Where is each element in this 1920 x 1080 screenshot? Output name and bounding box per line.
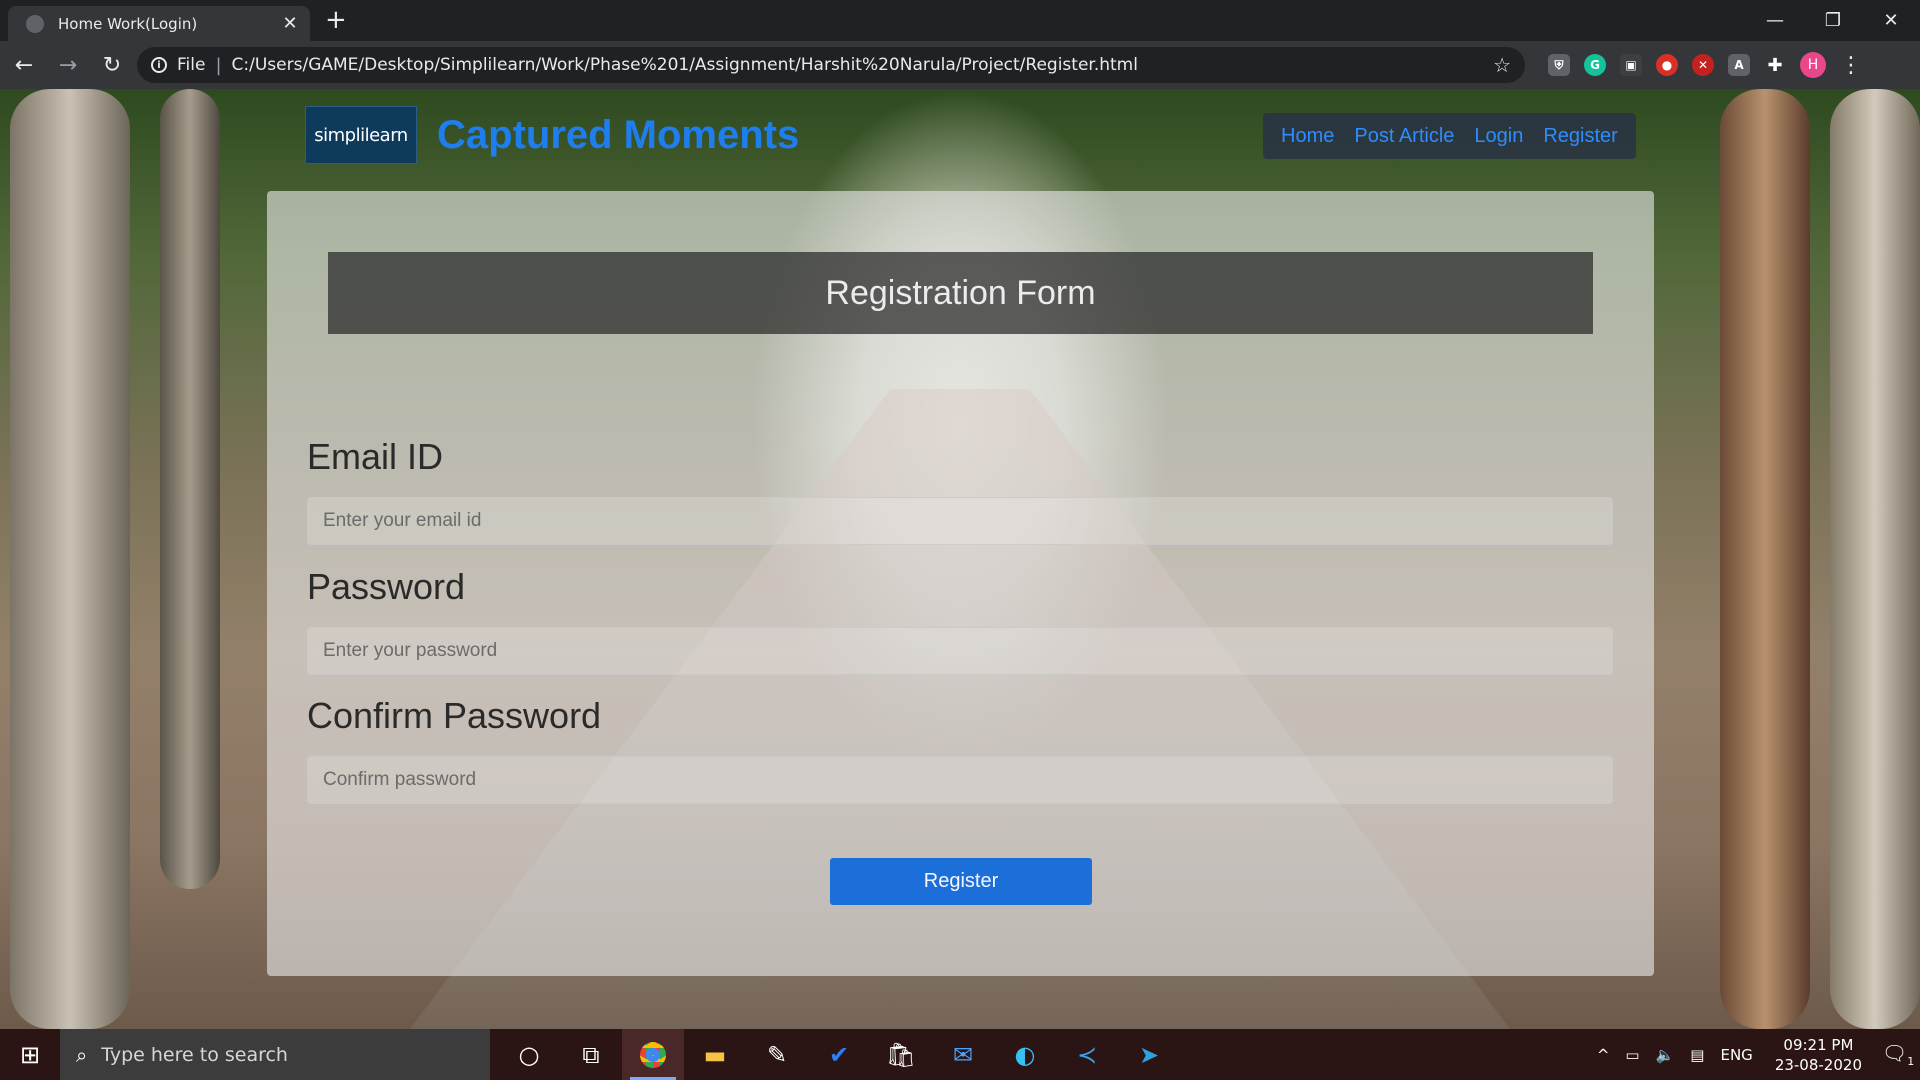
sticky-notes-icon[interactable]: ✎ [746, 1029, 808, 1080]
todo-icon[interactable]: ✔ [808, 1029, 870, 1080]
profile-avatar[interactable]: H [1800, 52, 1826, 78]
close-window-button[interactable]: ✕ [1862, 0, 1920, 41]
cube-extension-icon[interactable]: ▣ [1620, 54, 1642, 76]
url-scheme: File [177, 55, 206, 75]
block-extension-icon[interactable]: ✕ [1692, 54, 1714, 76]
confirm-password-label: Confirm Password [307, 695, 602, 736]
email-field[interactable] [307, 497, 1613, 545]
cortana-icon[interactable]: ○ [498, 1029, 560, 1080]
telegram-icon[interactable]: ➤ [1118, 1029, 1180, 1080]
grammarly-extension-icon[interactable]: G [1584, 54, 1606, 76]
mail-icon[interactable]: ✉ [932, 1029, 994, 1080]
clock-date: 23-08-2020 [1774, 1055, 1862, 1074]
search-icon: ⌕ [76, 1042, 88, 1067]
nav-register-link[interactable]: Register [1533, 125, 1627, 148]
new-tab-button[interactable]: + [325, 4, 347, 36]
volume-icon[interactable]: 🔈 [1656, 1046, 1675, 1064]
confirm-password-field[interactable] [307, 756, 1613, 804]
restore-button[interactable]: ❐ [1804, 0, 1862, 41]
kebab-menu-icon[interactable]: ⋮ [1840, 53, 1862, 78]
form-heading: Registration Form [328, 252, 1593, 334]
reload-icon[interactable]: ↻ [92, 45, 132, 85]
nav-post-article-link[interactable]: Post Article [1344, 125, 1464, 148]
language-indicator[interactable]: ENG [1720, 1046, 1752, 1064]
taskbar-apps: ○ ⧉ ▬ ✎ ✔ 🛍 ✉ ◐ ≺ ➤ [498, 1029, 1180, 1080]
edge-icon[interactable]: ◐ [994, 1029, 1056, 1080]
background-tree [10, 89, 130, 1029]
simplilearn-logo[interactable]: simplilearn [305, 106, 417, 164]
background-tree [160, 89, 220, 889]
url-separator: | [215, 54, 222, 76]
password-label: Password [307, 566, 466, 607]
vscode-icon[interactable]: ≺ [1056, 1029, 1118, 1080]
background-tree [1830, 89, 1920, 1029]
forward-arrow-icon[interactable]: → [48, 45, 88, 85]
notification-count: 1 [1907, 1055, 1915, 1068]
page-viewport: simplilearn Captured Moments Home Post A… [0, 89, 1920, 1029]
windows-taskbar: ⊞ ⌕ Type here to search ○ ⧉ ▬ ✎ ✔ 🛍 ✉ ◐ … [0, 1029, 1920, 1080]
register-button[interactable]: Register [830, 858, 1092, 905]
browser-tabstrip: Home Work(Login) ✕ + — ❐ ✕ [0, 0, 1920, 41]
taskbar-clock[interactable]: 09:21 PM 23-08-2020 [1775, 1035, 1862, 1075]
taskbar-search[interactable]: ⌕ Type here to search [60, 1029, 490, 1080]
tab-close-icon[interactable]: ✕ [280, 13, 300, 34]
tab-title: Home Work(Login) [58, 14, 198, 33]
chevron-up-icon[interactable]: ^ [1597, 1046, 1610, 1064]
store-icon[interactable]: 🛍 [870, 1029, 932, 1080]
extension-icons: ⛨ G ▣ ● ✕ A ✚ H ⋮ [1548, 41, 1862, 89]
chrome-icon[interactable] [622, 1029, 684, 1080]
red-extension-icon[interactable]: ● [1656, 54, 1678, 76]
notification-icon[interactable]: 🗨1 [1876, 1041, 1920, 1068]
nav-login-link[interactable]: Login [1464, 125, 1533, 148]
puzzle-extensions-icon[interactable]: ✚ [1764, 54, 1786, 76]
task-view-icon[interactable]: ⧉ [560, 1029, 622, 1080]
translate-extension-icon[interactable]: A [1728, 54, 1750, 76]
background-tree [1720, 89, 1810, 1029]
globe-icon [26, 14, 44, 33]
system-tray: ^ ▭ 🔈 ▤ ENG 09:21 PM 23-08-2020 🗨1 [1589, 1029, 1920, 1080]
nav-home-link[interactable]: Home [1271, 125, 1344, 148]
info-icon[interactable]: i [151, 57, 167, 73]
file-explorer-icon[interactable]: ▬ [684, 1029, 746, 1080]
battery-icon[interactable]: ▭ [1625, 1046, 1639, 1064]
registration-form-card: Registration Form Email ID Password Conf… [267, 191, 1654, 976]
address-bar[interactable]: i File | C:/Users/GAME/Desktop/Simplilea… [137, 47, 1525, 83]
bookmark-star-icon[interactable]: ☆ [1493, 53, 1511, 77]
network-icon[interactable]: ▤ [1690, 1046, 1704, 1064]
url-text[interactable]: C:/Users/GAME/Desktop/Simplilearn/Work/P… [232, 55, 1494, 75]
shield-extension-icon[interactable]: ⛨ [1548, 54, 1570, 76]
taskbar-search-placeholder: Type here to search [101, 1043, 288, 1066]
windows-start-icon[interactable]: ⊞ [0, 1029, 60, 1080]
email-label: Email ID [307, 436, 444, 477]
clock-time: 09:21 PM [1783, 1035, 1854, 1054]
browser-tab[interactable]: Home Work(Login) ✕ [8, 6, 310, 41]
site-title[interactable]: Captured Moments [437, 113, 799, 158]
back-arrow-icon[interactable]: ← [4, 45, 44, 85]
browser-toolbar: ← → ↻ i File | C:/Users/GAME/Desktop/Sim… [0, 41, 1920, 89]
window-controls: — ❐ ✕ [1746, 0, 1920, 41]
site-brand[interactable]: simplilearn Captured Moments [305, 106, 799, 164]
password-field[interactable] [307, 627, 1613, 675]
minimize-button[interactable]: — [1746, 0, 1804, 41]
site-navigation: Home Post Article Login Register [1263, 113, 1636, 159]
